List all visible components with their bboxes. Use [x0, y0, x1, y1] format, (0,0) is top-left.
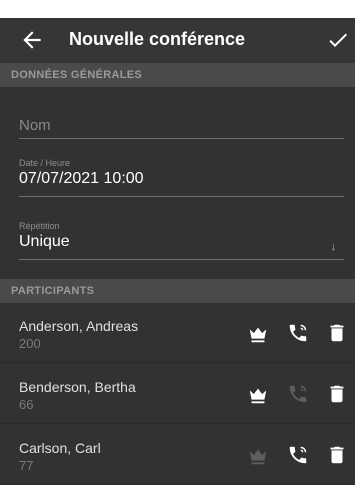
crown-icon[interactable]	[247, 384, 269, 406]
name-underline	[19, 138, 344, 139]
datetime-underline	[19, 196, 344, 197]
participant-name: Carlson, Carl	[19, 440, 101, 456]
phone-call-icon[interactable]	[287, 383, 309, 405]
participant-name: Anderson, Andreas	[19, 318, 139, 334]
datetime-value: 07/07/2021 10:00	[19, 170, 144, 187]
participant-row[interactable]: Carlson, Carl 77	[0, 425, 355, 485]
page-title: Nouvelle conférence	[69, 29, 246, 49]
participant-row[interactable]: Benderson, Bertha 66	[0, 364, 355, 424]
back-arrow-icon[interactable]	[19, 27, 45, 53]
crown-icon[interactable]	[247, 445, 269, 467]
trash-icon[interactable]	[326, 322, 348, 344]
crown-icon[interactable]	[247, 323, 269, 345]
name-field[interactable]: Nom	[19, 117, 344, 139]
dropdown-arrow-icon[interactable]: ↓	[331, 241, 337, 253]
repetition-value: Unique	[19, 233, 70, 250]
repetition-dropdown[interactable]: Répétition Unique ↓	[19, 221, 344, 261]
repetition-label: Répétition	[19, 221, 60, 231]
datetime-label: Date / Heure	[19, 158, 71, 168]
trash-icon[interactable]	[326, 383, 348, 405]
datetime-field[interactable]: Date / Heure 07/07/2021 10:00	[19, 158, 344, 198]
name-placeholder: Nom	[19, 117, 51, 134]
participant-row[interactable]: Anderson, Andreas 200	[0, 303, 355, 363]
section-header-participants: PARTICIPANTS	[0, 279, 355, 303]
participant-number: 66	[19, 397, 34, 412]
repetition-underline	[19, 259, 344, 260]
app-bar: Nouvelle conférence	[0, 18, 355, 63]
status-bar-strip	[0, 0, 355, 18]
participant-number: 200	[19, 336, 41, 351]
phone-call-icon[interactable]	[287, 322, 309, 344]
trash-icon[interactable]	[326, 444, 348, 466]
check-icon[interactable]	[326, 28, 350, 52]
section-header-general: DONNÉES GÉNÉRALES	[0, 63, 355, 87]
participant-number: 77	[19, 458, 34, 473]
participant-name: Benderson, Bertha	[19, 379, 136, 395]
phone-call-icon[interactable]	[287, 444, 309, 466]
